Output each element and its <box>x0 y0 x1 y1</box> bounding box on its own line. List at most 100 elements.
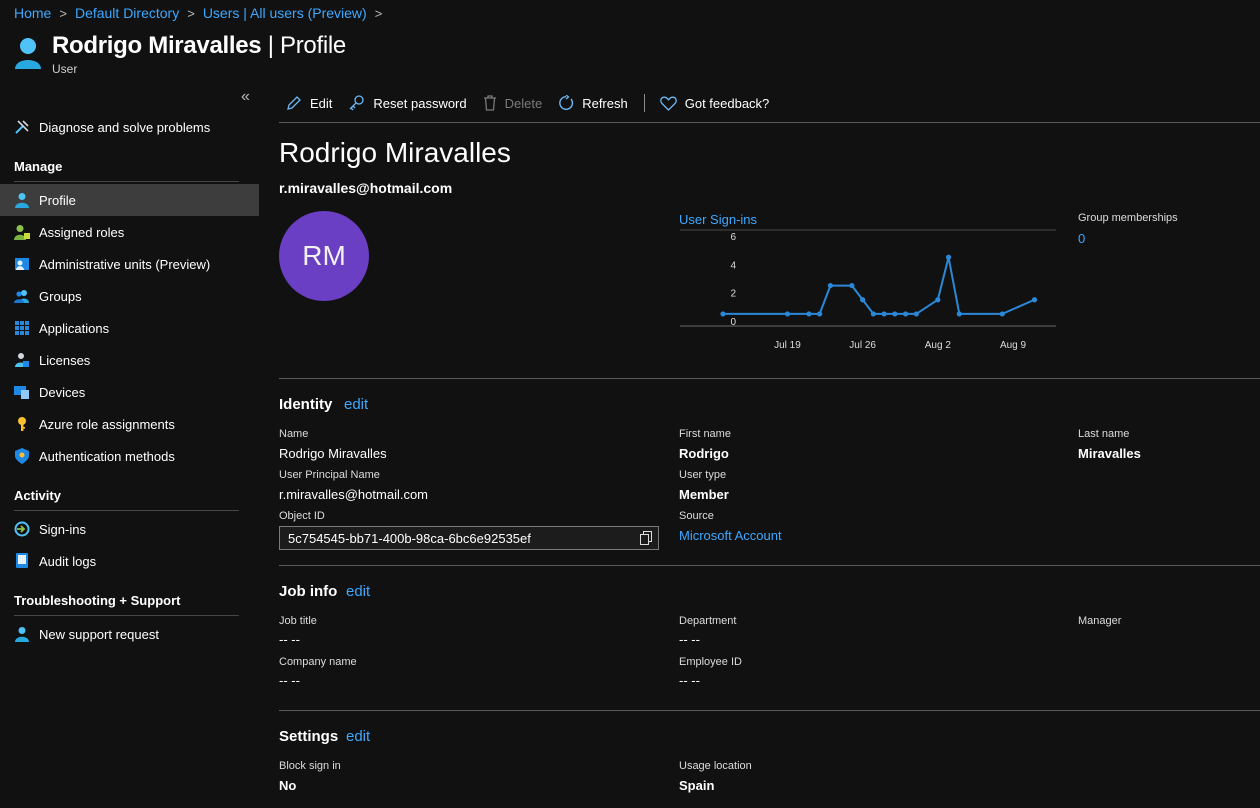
edit-label: Edit <box>310 95 333 111</box>
object-id-field[interactable]: 5c754545-bb71-400b-98ca-6bc6e92535ef <box>279 526 659 550</box>
sign-ins-data-point[interactable] <box>1031 297 1038 303</box>
page-title-suffix: | Profile <box>261 32 347 59</box>
sidebar-item-label: Sign-ins <box>39 521 86 537</box>
sign-ins-data-point[interactable] <box>903 311 909 317</box>
sidebar-item-applications[interactable]: Applications <box>0 312 259 344</box>
company-label: Company name <box>279 656 357 668</box>
sign-ins-data-point[interactable] <box>860 297 866 303</box>
sidebar-item-licenses[interactable]: Licenses <box>0 344 259 376</box>
key-icon <box>348 95 365 111</box>
collapse-sidebar-icon[interactable]: « <box>241 88 250 106</box>
divider <box>14 181 239 182</box>
sidebar-item-sign-ins[interactable]: Sign-ins <box>0 513 259 545</box>
x-tick-label: Jul 26 <box>849 340 876 351</box>
refresh-icon <box>558 95 574 111</box>
chevron-right-icon: > <box>374 5 383 21</box>
sidebar-item-new-support-request[interactable]: New support request <box>0 618 259 650</box>
sign-ins-data-point[interactable] <box>956 311 962 317</box>
manager-label: Manager <box>1078 615 1122 627</box>
sidebar-item-azure-role-assignments[interactable]: Azure role assignments <box>0 408 259 440</box>
sidebar-item-groups[interactable]: Groups <box>0 280 259 312</box>
sign-ins-data-point[interactable] <box>870 311 876 317</box>
key-icon <box>14 416 30 432</box>
name-label: Name <box>279 428 309 440</box>
y-tick-label: 6 <box>730 232 736 243</box>
breadcrumb-users[interactable]: Users | All users (Preview) <box>203 5 367 21</box>
sidebar-item-assigned-roles[interactable]: Assigned roles <box>0 216 259 248</box>
sidebar-item-admin-units[interactable]: Administrative units (Preview) <box>0 248 259 280</box>
sidebar-item-audit-logs[interactable]: Audit logs <box>0 545 259 577</box>
sidebar-item-label: Azure role assignments <box>39 416 175 432</box>
x-tick-label: Aug 9 <box>1000 340 1027 351</box>
delete-button[interactable]: Delete <box>483 95 543 111</box>
source-link[interactable]: Microsoft Account <box>679 528 782 543</box>
section-divider <box>279 565 1260 566</box>
refresh-button[interactable]: Refresh <box>558 95 628 111</box>
company-value: -- -- <box>279 673 300 688</box>
groups-icon <box>14 288 30 304</box>
chart-title[interactable]: User Sign-ins <box>679 212 757 227</box>
user-display-name: Rodrigo Miravalles <box>279 137 511 168</box>
user-role-icon <box>14 224 30 240</box>
sign-ins-data-point[interactable] <box>881 311 887 317</box>
sign-ins-data-point[interactable] <box>935 297 941 303</box>
sign-ins-data-point[interactable] <box>945 254 952 260</box>
sidebar-item-label: Diagnose and solve problems <box>39 119 211 135</box>
breadcrumb-home[interactable]: Home <box>14 5 51 21</box>
sidebar-item-profile[interactable]: Profile <box>0 184 259 216</box>
section-divider <box>279 710 1260 711</box>
object-id-value: 5c754545-bb71-400b-98ca-6bc6e92535ef <box>288 530 531 546</box>
first-name-label: First name <box>679 428 731 440</box>
y-tick-label: 2 <box>730 289 736 300</box>
group-memberships-link[interactable]: 0 <box>1078 231 1085 246</box>
sign-ins-data-point[interactable] <box>913 311 919 317</box>
sidebar-item-label: Authentication methods <box>39 448 175 464</box>
applications-grid-icon <box>14 320 30 336</box>
sign-ins-data-point[interactable] <box>806 311 812 317</box>
support-person-icon <box>14 626 30 642</box>
edit-button[interactable]: Edit <box>286 95 332 111</box>
breadcrumb-directory[interactable]: Default Directory <box>75 5 179 21</box>
audit-log-icon <box>14 553 30 569</box>
user-type-value: Member <box>679 487 729 502</box>
copy-icon[interactable] <box>640 531 652 548</box>
sidebar-item-diagnose[interactable]: Diagnose and solve problems <box>0 111 259 143</box>
identity-title: Identity <box>279 396 333 413</box>
licenses-icon <box>14 352 30 368</box>
page-subtitle: User <box>52 62 78 76</box>
sidebar-item-label: New support request <box>39 626 159 642</box>
first-name-value: Rodrigo <box>679 446 729 461</box>
y-tick-label: 4 <box>730 260 736 271</box>
sign-ins-series-line <box>722 257 1035 315</box>
delete-label: Delete <box>504 95 543 111</box>
sign-ins-data-point[interactable] <box>817 311 823 317</box>
sidebar-item-devices[interactable]: Devices <box>0 376 259 408</box>
sign-ins-data-point[interactable] <box>892 311 898 317</box>
trash-icon <box>483 95 497 111</box>
feedback-button[interactable]: Got feedback? <box>659 96 769 111</box>
settings-edit-link[interactable]: edit <box>346 728 370 745</box>
job-title-value: -- -- <box>279 632 300 647</box>
last-name-label: Last name <box>1078 428 1130 440</box>
wrench-icon <box>14 119 30 135</box>
user-type-label: User type <box>679 469 727 481</box>
sign-ins-data-point[interactable] <box>999 311 1005 317</box>
sign-ins-data-point[interactable] <box>849 282 855 289</box>
identity-edit-link[interactable]: edit <box>344 396 368 413</box>
usage-location-value: Spain <box>679 778 715 793</box>
sign-ins-data-point[interactable] <box>720 311 726 317</box>
employee-id-value: -- -- <box>679 673 700 688</box>
job-info-edit-link[interactable]: edit <box>346 583 370 600</box>
reset-password-button[interactable]: Reset password <box>348 95 467 111</box>
admin-units-icon <box>14 256 30 272</box>
source-label: Source <box>679 510 714 522</box>
page-title-name: Rodrigo Miravalles <box>52 32 262 59</box>
job-title-label: Job title <box>279 615 317 627</box>
sidebar-item-authentication-methods[interactable]: Authentication methods <box>0 440 259 472</box>
sign-ins-chart[interactable]: 0 2 4 6 Jul 19 Jul 26 Aug 2 Aug 9 <box>676 226 1060 356</box>
sidebar-item-label: Assigned roles <box>39 224 125 240</box>
avatar-initials: RM <box>302 240 346 271</box>
sign-ins-data-point[interactable] <box>784 311 791 317</box>
divider <box>14 510 239 511</box>
sign-ins-data-point[interactable] <box>827 282 833 289</box>
